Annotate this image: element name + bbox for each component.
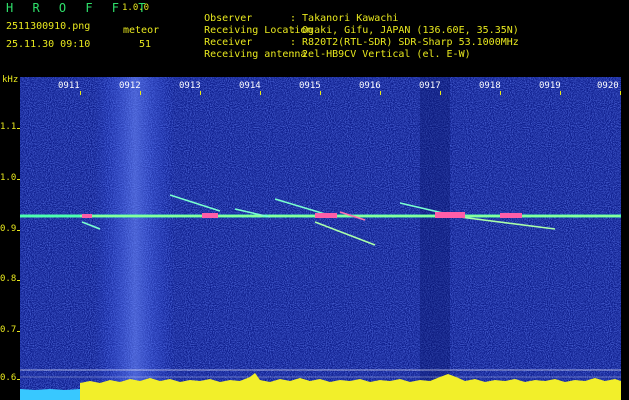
y-tick-label: 1.0 xyxy=(0,173,17,183)
meteor-head xyxy=(435,212,465,218)
info-value: : Ogaki, Gifu, JAPAN (136.60E, 35.35N) xyxy=(290,25,519,36)
info-value: : R820T2(RTL-SDR) SDR-Sharp 53.1000MHz xyxy=(290,37,519,48)
y-tick-label: 0.8 xyxy=(0,274,17,284)
axis-unit-label: kHz xyxy=(2,75,19,85)
y-tick xyxy=(17,379,20,380)
header-panel: H R O F F T 1.0.0 2511300910.png meteor … xyxy=(0,0,629,60)
y-tick-label: 0.7 xyxy=(0,325,17,335)
x-tick-label: 0916 xyxy=(359,81,381,91)
info-value: : 2el-HB9CV Vertical (el. E-W) xyxy=(290,49,471,60)
y-tick-label: 1.1 xyxy=(0,122,17,132)
x-tick xyxy=(620,91,621,95)
x-tick-label: 0914 xyxy=(239,81,261,91)
file-name: 2511300910.png xyxy=(6,21,91,32)
y-tick-label: 0.6 xyxy=(0,373,17,383)
y-tick xyxy=(17,128,20,129)
y-tick xyxy=(17,331,20,332)
meteor-head xyxy=(82,214,92,218)
spectrum-dark-band xyxy=(420,77,450,400)
meteor-head xyxy=(315,213,337,218)
x-tick xyxy=(320,91,321,95)
signal-level-plot-left xyxy=(20,389,80,400)
meteor-head xyxy=(202,213,218,218)
meteor-head xyxy=(500,213,522,218)
x-tick xyxy=(80,91,81,95)
capture-datetime: 25.11.30 09:10 xyxy=(6,39,91,50)
noise-burst-band xyxy=(95,77,175,400)
x-tick-label: 0919 xyxy=(539,81,561,91)
x-tick xyxy=(140,91,141,95)
x-tick xyxy=(440,91,441,95)
meteor-label: meteor xyxy=(123,25,160,36)
x-tick-label: 0915 xyxy=(299,81,321,91)
meteor-count: 51 xyxy=(139,39,152,50)
app-version: 1.0.0 xyxy=(122,3,150,13)
x-tick-label: 0911 xyxy=(58,81,80,91)
x-tick-label: 0918 xyxy=(479,81,501,91)
x-tick xyxy=(260,91,261,95)
y-tick-label: 0.9 xyxy=(0,224,17,234)
y-tick xyxy=(17,230,20,231)
info-antenna: Receiving antenna: 2el-HB9CV Vertical (e… xyxy=(180,40,471,70)
y-tick xyxy=(17,280,20,281)
x-tick-label: 0917 xyxy=(419,81,441,91)
x-tick xyxy=(560,91,561,95)
y-tick xyxy=(17,179,20,180)
spectrogram xyxy=(20,77,621,400)
x-tick-label: 0913 xyxy=(179,81,201,91)
x-tick-label: 0912 xyxy=(119,81,141,91)
x-tick xyxy=(380,91,381,95)
x-tick-label: 0920 xyxy=(597,81,619,91)
x-tick xyxy=(200,91,201,95)
x-tick xyxy=(500,91,501,95)
